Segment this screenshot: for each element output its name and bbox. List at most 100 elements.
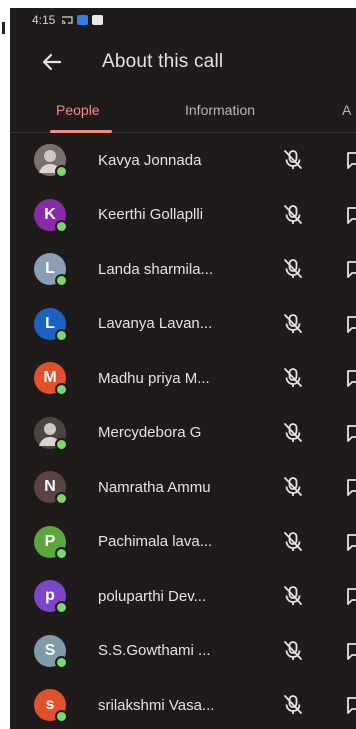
- mute-toggle[interactable]: [280, 638, 306, 664]
- participant-avatar: M: [34, 362, 68, 397]
- presence-indicator: [55, 655, 68, 669]
- more-icon: [347, 424, 356, 442]
- avatar-initial: L: [45, 314, 55, 332]
- mute-toggle[interactable]: [280, 583, 306, 609]
- participant-avatar: P: [34, 525, 68, 560]
- participant-row[interactable]: P Pachimala lava...: [10, 515, 356, 570]
- participant-avatar: [34, 144, 68, 179]
- participant-name: S.S.Gowthami ...: [98, 642, 211, 660]
- avatar-initial: N: [44, 478, 56, 496]
- avatar-initial: p: [45, 587, 55, 605]
- mute-toggle[interactable]: [280, 529, 306, 555]
- participant-row[interactable]: M Madhu priya M...: [10, 351, 356, 406]
- participant-row[interactable]: S S.S.Gowthami ...: [10, 624, 356, 679]
- mute-toggle[interactable]: [280, 202, 306, 228]
- participant-actions-button[interactable]: [344, 256, 356, 282]
- participant-avatar: L: [34, 253, 68, 288]
- presence-indicator: [55, 546, 68, 560]
- avatar-initial: s: [45, 696, 55, 714]
- mute-toggle[interactable]: [280, 692, 306, 718]
- mic-off-icon: [284, 368, 302, 388]
- back-arrow-icon: [42, 53, 62, 71]
- tab-people-label: People: [56, 102, 100, 118]
- participant-name: Landa sharmila...: [98, 260, 214, 278]
- participant-actions-button[interactable]: [344, 692, 356, 718]
- mic-off-icon: [284, 640, 302, 660]
- mic-off-icon: [284, 531, 302, 551]
- participant-actions-button[interactable]: [344, 638, 356, 664]
- status-time: 4:15: [32, 13, 56, 27]
- participant-actions-button[interactable]: [344, 202, 356, 228]
- mute-toggle[interactable]: [280, 365, 306, 391]
- participant-row[interactable]: N Namratha Ammu: [10, 460, 356, 515]
- mute-toggle[interactable]: [280, 147, 306, 173]
- page-title: About this call: [102, 51, 224, 72]
- presence-indicator: [55, 219, 68, 233]
- mic-off-icon: [284, 204, 302, 224]
- left-edge: [0, 0, 10, 729]
- participant-row[interactable]: Mercydebora G: [10, 406, 356, 461]
- mute-toggle[interactable]: [280, 474, 306, 500]
- tab-people[interactable]: People: [56, 102, 100, 118]
- more-icon: [347, 261, 356, 279]
- participant-avatar: N: [34, 471, 68, 506]
- participant-avatar: K: [34, 198, 68, 233]
- mute-toggle[interactable]: [280, 256, 306, 282]
- participant-row[interactable]: Kavya Jonnada: [10, 133, 356, 188]
- tab-activities-label: A: [342, 102, 352, 118]
- presence-indicator: [55, 328, 68, 342]
- participant-avatar: [34, 416, 68, 451]
- participant-avatar: S: [34, 634, 68, 669]
- participant-row[interactable]: L Landa sharmila...: [10, 242, 356, 297]
- more-icon: [347, 479, 356, 497]
- participant-actions-button[interactable]: [344, 147, 356, 173]
- presence-indicator: [55, 437, 68, 451]
- participant-row[interactable]: s srilakshmi Vasa...: [10, 678, 356, 729]
- participant-avatar: L: [34, 307, 68, 342]
- participant-name: Mercydebora G: [98, 424, 202, 442]
- more-icon: [347, 206, 356, 224]
- tab-activities[interactable]: A: [342, 102, 351, 118]
- more-icon: [347, 152, 356, 170]
- participant-row[interactable]: K Keerthi Gollaplli: [10, 188, 356, 243]
- more-icon: [347, 588, 356, 606]
- presence-indicator: [55, 165, 68, 179]
- tab-bar: People Information A: [10, 92, 356, 133]
- mute-toggle[interactable]: [280, 420, 306, 446]
- mute-toggle[interactable]: [280, 311, 306, 337]
- app-bar: About this call: [10, 32, 356, 92]
- status-icons: [61, 15, 104, 25]
- participant-row[interactable]: L Lavanya Lavan...: [10, 297, 356, 352]
- participant-actions-button[interactable]: [344, 311, 356, 337]
- participant-list: Kavya Jonnada K Keerthi Gollaplli L Landa sh…: [10, 133, 356, 729]
- participant-name: srilakshmi Vasa...: [98, 696, 215, 714]
- presence-indicator: [55, 383, 68, 397]
- call-details-screen: 4:15 About this call People Information …: [10, 8, 356, 729]
- mic-off-icon: [284, 422, 302, 442]
- presence-indicator: [55, 710, 68, 724]
- participant-name: Madhu priya M...: [98, 369, 210, 387]
- participant-actions-button[interactable]: [344, 474, 356, 500]
- participant-actions-button[interactable]: [344, 420, 356, 446]
- participant-name: Namratha Ammu: [98, 478, 211, 496]
- participant-actions-button[interactable]: [344, 365, 356, 391]
- avatar-initial: S: [44, 641, 56, 659]
- participant-actions-button[interactable]: [344, 583, 356, 609]
- tab-information-label: Information: [185, 102, 256, 118]
- presence-indicator: [55, 601, 68, 615]
- participant-actions-button[interactable]: [344, 529, 356, 555]
- presence-indicator: [55, 492, 68, 506]
- mic-off-icon: [284, 259, 302, 279]
- device-frame: 4:15 About this call People Information …: [0, 0, 356, 729]
- mic-off-icon: [284, 150, 302, 170]
- back-button[interactable]: [38, 48, 66, 76]
- more-icon: [347, 642, 356, 660]
- participant-row[interactable]: p poluparthi Dev...: [10, 569, 356, 624]
- presence-indicator: [55, 274, 68, 288]
- tab-information[interactable]: Information: [185, 102, 255, 118]
- participant-name: Pachimala lava...: [98, 533, 213, 551]
- avatar-initial: P: [44, 532, 56, 550]
- avatar-initial: M: [43, 369, 57, 387]
- more-icon: [347, 315, 356, 333]
- app-notification-icon: [77, 15, 89, 25]
